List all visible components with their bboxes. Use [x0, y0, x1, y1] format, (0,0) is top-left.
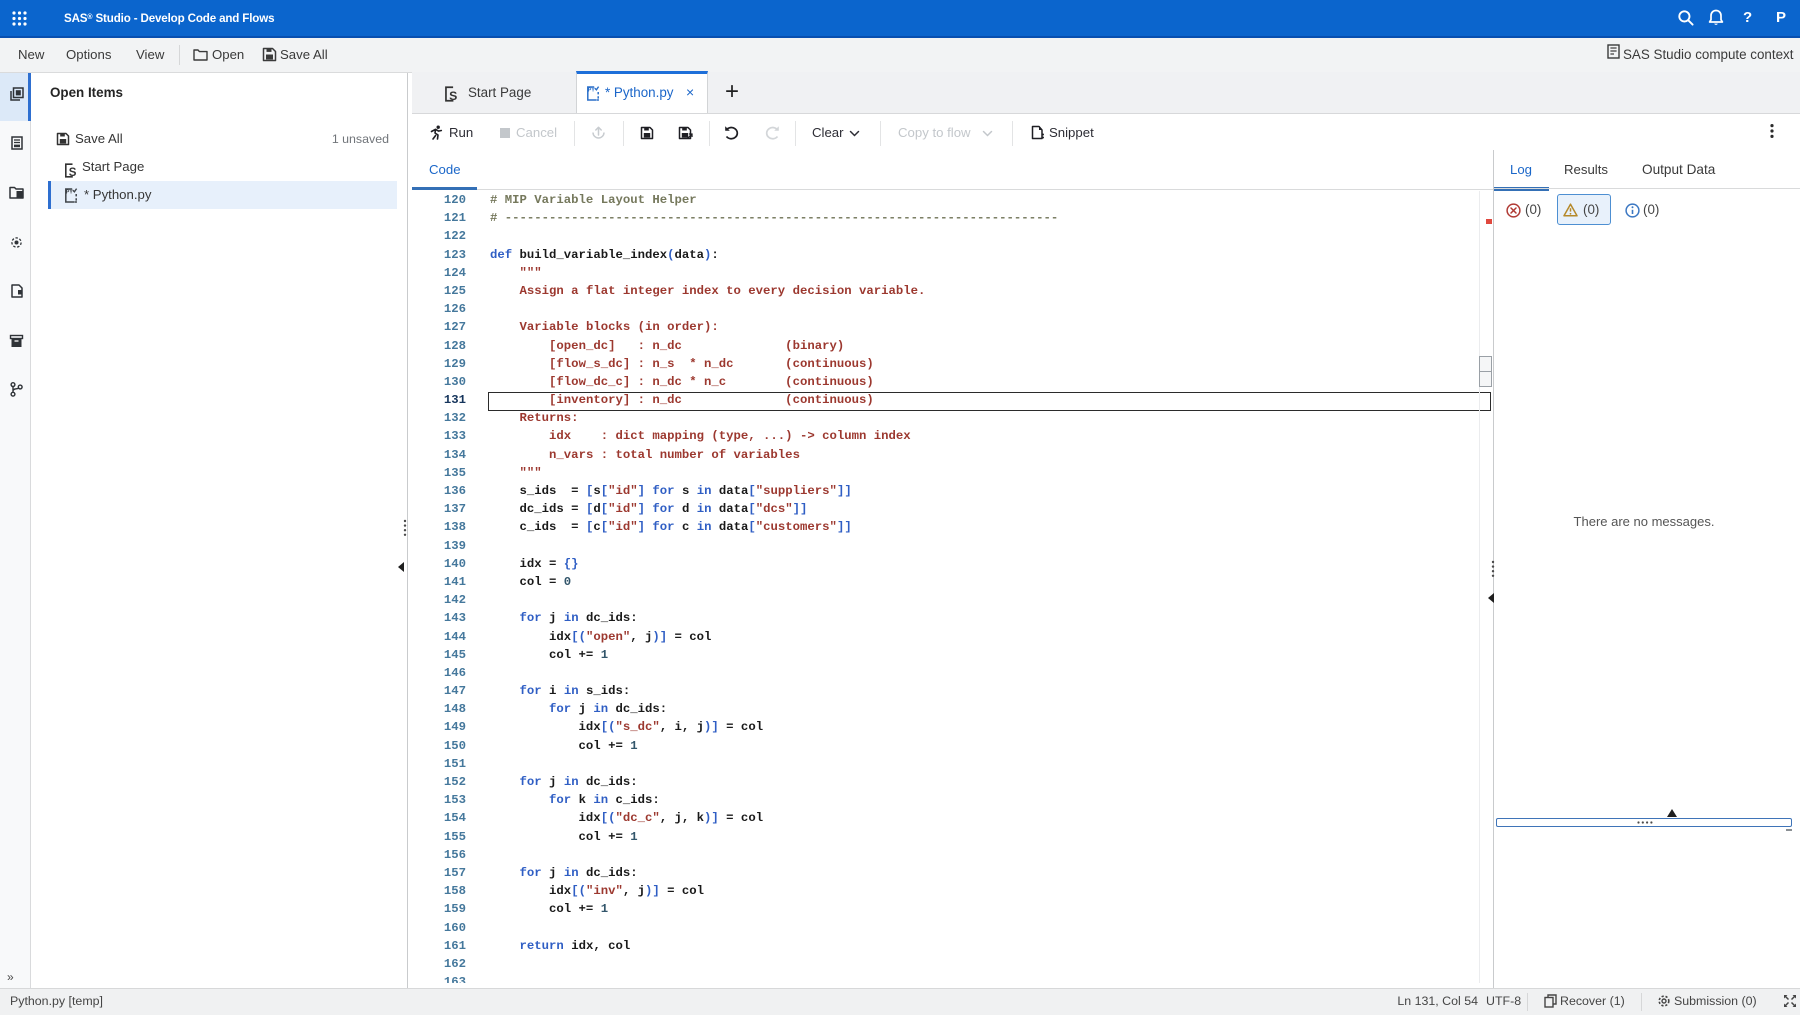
svg-text:S: S [69, 167, 77, 178]
svg-text:S: S [449, 89, 457, 102]
svg-text:PY: PY [66, 189, 73, 195]
svg-text:PY: PY [588, 87, 595, 93]
